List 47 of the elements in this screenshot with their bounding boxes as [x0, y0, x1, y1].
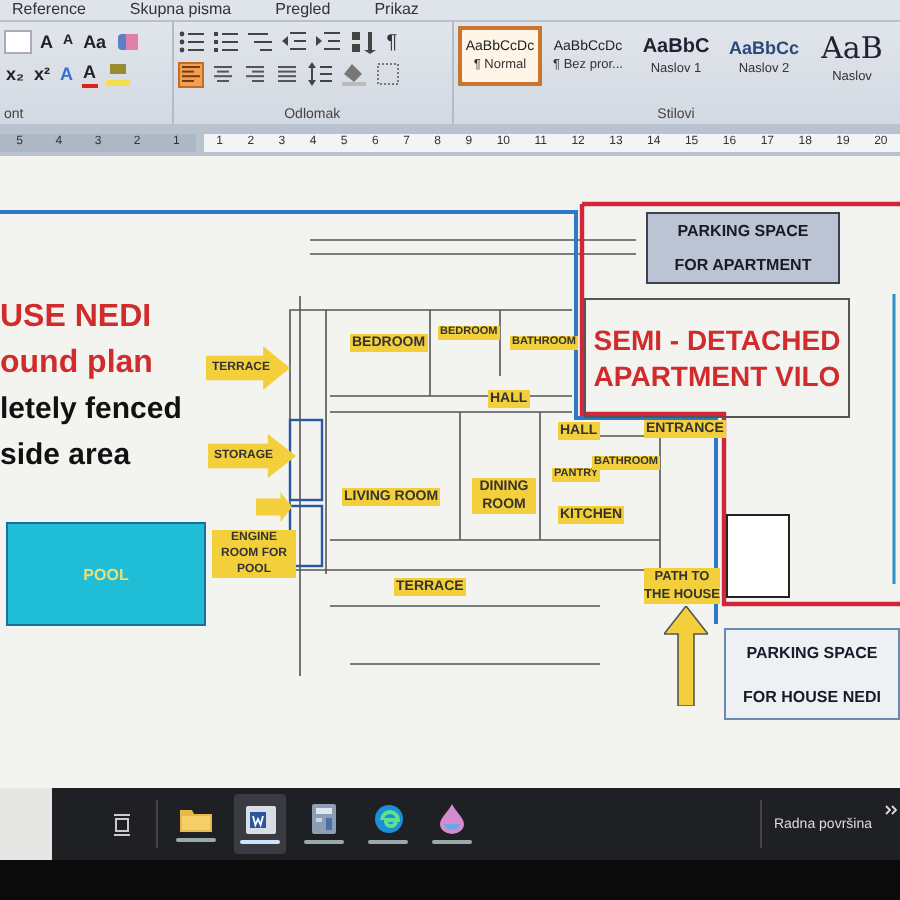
parking-text: FOR HOUSE NEDI: [743, 687, 881, 705]
square-outline: [726, 514, 790, 598]
font-size-field[interactable]: [4, 30, 32, 54]
pool: POOL: [6, 522, 206, 626]
decrease-indent-icon[interactable]: [280, 30, 309, 54]
sub-font-button[interactable]: x₂: [4, 62, 27, 86]
parking-text: PARKING SPACE: [677, 222, 809, 240]
ribbon-tab[interactable]: Prikaz: [374, 0, 419, 20]
ribbon-tab[interactable]: Skupna pisma: [129, 0, 232, 20]
apartment-title: SEMI - DETACHED: [593, 324, 841, 356]
taskbar-app[interactable]: [234, 794, 286, 854]
grow-font-button[interactable]: A: [38, 30, 55, 54]
ribbon-tab[interactable]: Reference: [12, 0, 86, 20]
align-button[interactable]: [178, 61, 205, 87]
document-icon: [245, 805, 275, 833]
multilevel-list-icon[interactable]: [246, 30, 275, 54]
shading-icon[interactable]: [340, 62, 369, 86]
sort-icon[interactable]: [348, 30, 377, 54]
heading-text: letely fenced: [0, 392, 182, 428]
heading-text: side area: [0, 438, 133, 474]
folder-icon: [180, 806, 212, 832]
align-button[interactable]: [274, 61, 301, 87]
arrow: [664, 606, 708, 706]
parking-text: PARKING SPACE: [746, 643, 878, 661]
numbered-list-icon[interactable]: [212, 30, 241, 54]
show-formatting-button[interactable]: ¶: [382, 31, 402, 53]
color-font-button[interactable]: A: [81, 60, 99, 88]
effects-font-button[interactable]: A: [58, 62, 76, 86]
align-button[interactable]: [242, 61, 269, 87]
heading-text: ound plan: [0, 346, 155, 382]
eraser-icon[interactable]: [114, 30, 143, 54]
line-spacing-icon[interactable]: [306, 62, 335, 86]
case-font-button[interactable]: Aa: [81, 30, 109, 54]
browser-icon: [373, 804, 403, 834]
highlighter-icon[interactable]: [104, 62, 133, 86]
bullet-list-icon[interactable]: [178, 30, 207, 54]
sup-font-button[interactable]: x²: [32, 62, 53, 86]
calculator-icon: [312, 804, 336, 834]
task-view-icon[interactable]: [112, 813, 132, 835]
apartment-title: APARTMENT VILO: [593, 360, 841, 392]
increase-indent-icon[interactable]: [314, 30, 343, 54]
parking-text: FOR APARTMENT: [674, 256, 812, 274]
align-button[interactable]: [210, 61, 237, 87]
drop-icon: [440, 804, 464, 834]
borders-icon[interactable]: [374, 62, 403, 86]
heading-text: USE NEDI: [0, 300, 154, 336]
ribbon-tab[interactable]: Pregled: [275, 0, 331, 20]
